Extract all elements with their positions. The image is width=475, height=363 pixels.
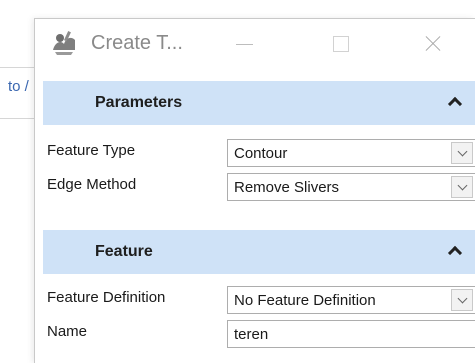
name-label: Name xyxy=(47,323,88,340)
edge-method-label: Edge Method xyxy=(47,176,137,193)
feature-section-header[interactable]: Feature xyxy=(43,230,475,274)
maximize-icon[interactable] xyxy=(320,29,360,59)
name-row: Name teren xyxy=(43,316,475,350)
feature-section-title: Feature xyxy=(95,243,153,260)
feature-type-dropdown[interactable]: Contour xyxy=(227,139,475,167)
name-input-value: teren xyxy=(234,326,269,343)
edge-method-dropdown[interactable]: Remove Slivers xyxy=(227,173,475,201)
edge-method-value: Remove Slivers xyxy=(234,179,340,196)
feature-type-row: Feature Type Contour xyxy=(43,135,475,169)
name-input[interactable]: teren xyxy=(227,320,475,348)
feature-type-label: Feature Type xyxy=(47,142,136,159)
create-terrain-dialog: Create T... Parameters Feature Type Cont… xyxy=(34,18,475,363)
window-title: Create T... xyxy=(91,32,183,54)
minimize-icon[interactable] xyxy=(225,29,265,59)
collapse-chevron-up-icon[interactable] xyxy=(447,96,463,112)
parameters-section-header[interactable]: Parameters xyxy=(43,81,475,125)
edge-method-row: Edge Method Remove Slivers xyxy=(43,169,475,203)
collapse-chevron-up-icon[interactable] xyxy=(447,245,463,261)
feature-definition-dropdown[interactable]: No Feature Definition xyxy=(227,286,475,314)
feature-type-value: Contour xyxy=(234,145,288,162)
chevron-down-icon[interactable] xyxy=(451,142,473,164)
feature-definition-label: Feature Definition xyxy=(47,289,166,306)
title-bar[interactable]: Create T... xyxy=(35,19,475,71)
parameters-section-title: Parameters xyxy=(95,94,183,111)
close-icon[interactable] xyxy=(413,29,453,59)
chevron-down-icon[interactable] xyxy=(451,289,473,311)
background-partial-text: to / xyxy=(8,78,29,95)
terrain-tools-icon xyxy=(53,31,75,55)
feature-definition-row: Feature Definition No Feature Definition xyxy=(43,282,475,316)
chevron-down-icon[interactable] xyxy=(451,176,473,198)
feature-definition-value: No Feature Definition xyxy=(234,292,376,309)
